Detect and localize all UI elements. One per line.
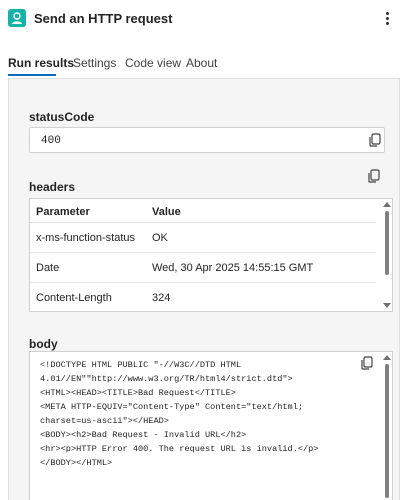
scroll-up-icon[interactable] — [383, 202, 391, 207]
column-header-parameter: Parameter — [36, 206, 90, 218]
column-header-value: Value — [152, 206, 181, 218]
copy-icon[interactable] — [368, 133, 382, 147]
tab-bar: Run results Settings Code view About — [0, 52, 408, 78]
body-code-line: <!DOCTYPE HTML PUBLIC "-//W3C//DTD HTML — [40, 360, 242, 370]
tab-about[interactable]: About — [186, 56, 217, 70]
header-parameter-cell: x-ms-function-status — [36, 232, 136, 244]
body-code-line: charset=us-ascii"></HEAD> — [40, 416, 169, 426]
body-code-line: <HTML><HEAD><TITLE>Bad Request</TITLE> — [40, 388, 236, 398]
scroll-up-icon[interactable] — [383, 355, 391, 360]
more-vertical-icon[interactable] — [380, 9, 394, 27]
tab-settings[interactable]: Settings — [73, 56, 116, 70]
action-title: Send an HTTP request — [34, 11, 173, 26]
header-parameter-cell: Content-Length — [36, 292, 112, 304]
status-code-label: statusCode — [29, 110, 95, 124]
body-code-line: 4.01//EN""http://www.w3.org/TR/html4/str… — [40, 374, 293, 384]
run-results-panel: statusCode 400 headers Parameter Value x… — [8, 78, 400, 500]
tab-code-view[interactable]: Code view — [125, 56, 181, 70]
copy-icon[interactable] — [360, 356, 374, 370]
scrollbar-thumb[interactable] — [385, 211, 389, 275]
action-header: Send an HTTP request — [0, 0, 408, 40]
body-scrollbar[interactable] — [382, 352, 392, 500]
status-code-value: 400 — [41, 135, 61, 147]
table-row: x-ms-function-status OK — [30, 223, 376, 253]
scrollbar-thumb[interactable] — [385, 364, 389, 498]
scroll-down-icon[interactable] — [383, 303, 391, 308]
body-code-line: <hr><p>HTTP Error 400. The request URL i… — [40, 444, 319, 454]
body-code-line: <BODY><h2>Bad Request - Invalid URL</h2> — [40, 430, 247, 440]
body-content-box: <!DOCTYPE HTML PUBLIC "-//W3C//DTD HTML … — [29, 351, 393, 500]
body-code-line: <META HTTP-EQUIV="Content-Type" Content=… — [40, 402, 304, 412]
body-code-line: </BODY></HTML> — [40, 458, 113, 468]
headers-scrollbar[interactable] — [382, 199, 392, 311]
header-parameter-cell: Date — [36, 262, 60, 274]
table-row: Date Wed, 30 Apr 2025 14:55:15 GMT — [30, 253, 376, 283]
action-user-icon — [8, 9, 26, 27]
copy-icon[interactable] — [367, 169, 381, 183]
header-value-cell: OK — [152, 232, 168, 244]
headers-table: Parameter Value x-ms-function-status OK … — [29, 198, 393, 312]
status-code-field: 400 — [29, 127, 385, 153]
body-label: body — [29, 337, 58, 351]
table-header-row: Parameter Value — [30, 199, 376, 223]
header-value-cell: 324 — [152, 292, 171, 304]
table-row: Content-Length 324 — [30, 283, 376, 311]
headers-label: headers — [29, 180, 76, 194]
header-value-cell: Wed, 30 Apr 2025 14:55:15 GMT — [152, 262, 314, 274]
tab-run-results[interactable]: Run results — [8, 56, 74, 70]
active-tab-indicator — [8, 74, 56, 76]
